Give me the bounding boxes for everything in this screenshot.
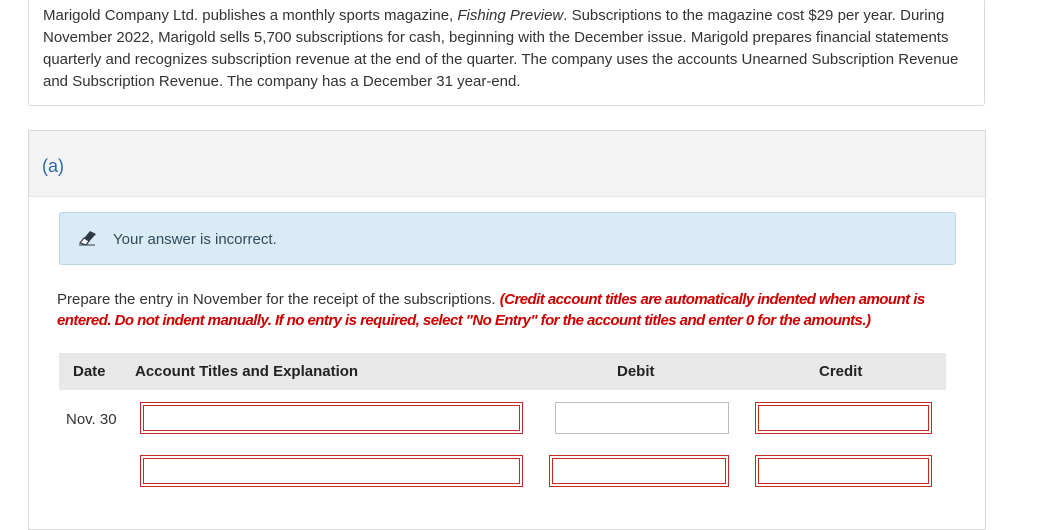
pencil-eraser-icon [78,231,96,246]
row-2-account-input[interactable] [140,455,523,487]
row-2-credit-input[interactable] [755,455,932,487]
part-header: (a) [29,131,985,197]
problem-statement: Marigold Company Ltd. publishes a monthl… [43,5,978,93]
part-a-panel: (a) Your answer is incorrect. Prepare th… [28,130,986,530]
feedback-banner: Your answer is incorrect. [59,212,956,265]
instruction-main: Prepare the entry in November for the re… [57,291,500,308]
header-date: Date [73,363,106,380]
row-1-date: Nov. 30 [66,411,117,428]
header-debit: Debit [617,363,655,380]
instruction-text: Prepare the entry in November for the re… [57,289,957,331]
row-1-debit-input[interactable] [555,402,729,434]
row-1-credit-input[interactable] [755,402,932,434]
magazine-title: Fishing Preview [457,7,564,24]
header-credit: Credit [819,363,863,380]
header-account-titles: Account Titles and Explanation [135,363,359,380]
problem-statement-box: Marigold Company Ltd. publishes a monthl… [28,0,985,106]
journal-table-header: Date Account Titles and Explanation Debi… [59,353,946,390]
row-2-debit-input[interactable] [549,455,729,487]
feedback-message: Your answer is incorrect. [113,231,277,248]
problem-text-part-1: Marigold Company Ltd. publishes a monthl… [43,7,458,24]
row-1-account-input[interactable] [140,402,523,434]
part-label: (a) [42,156,64,176]
